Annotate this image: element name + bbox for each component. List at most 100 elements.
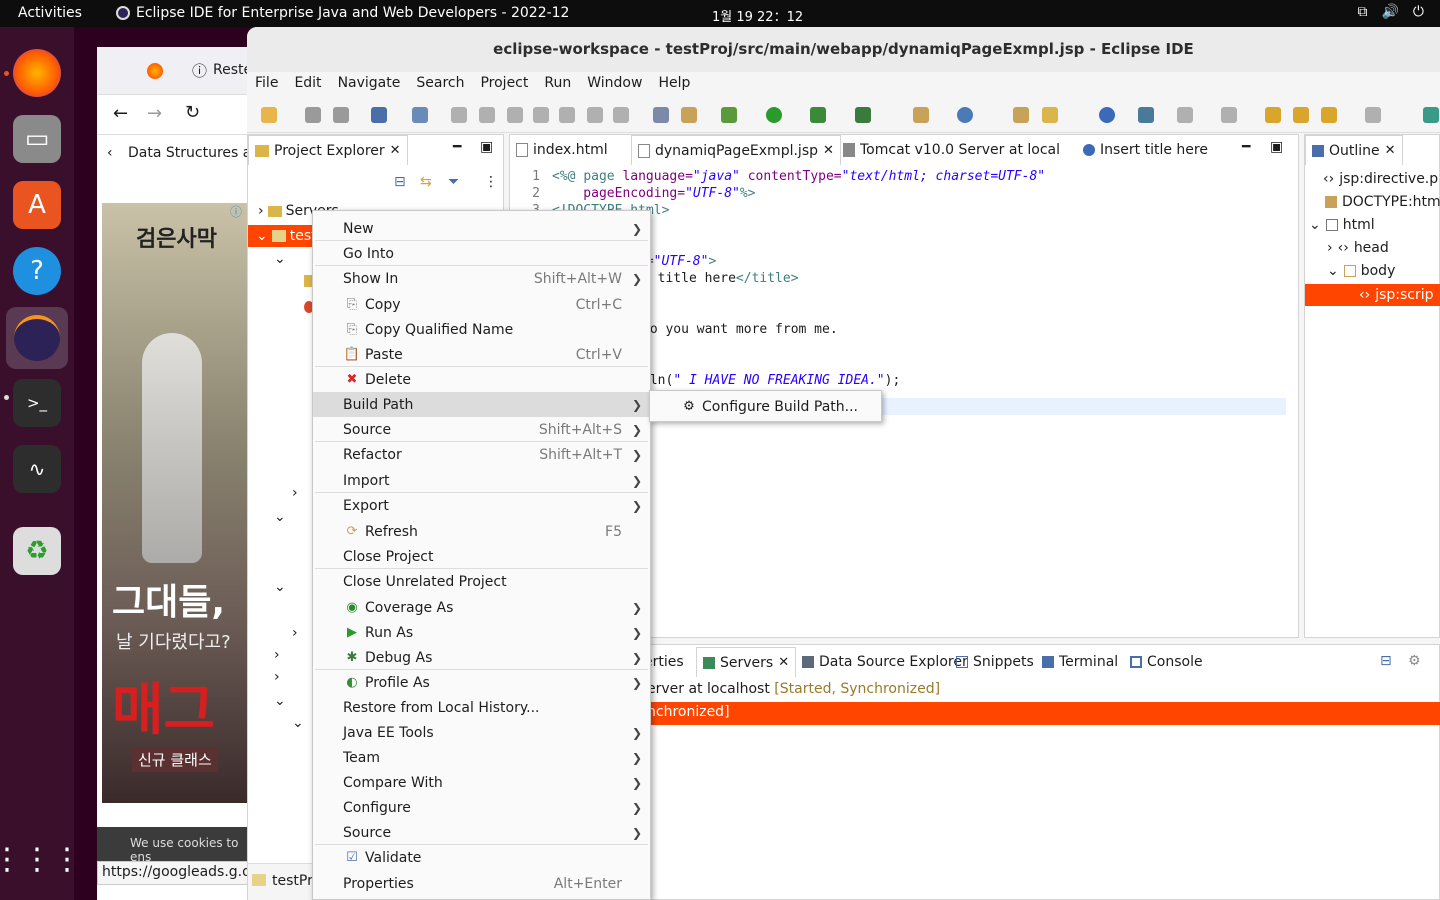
new-server-icon[interactable]	[913, 107, 929, 123]
save-icon[interactable]	[305, 107, 321, 123]
system-monitor-icon[interactable]: ∿	[13, 445, 61, 493]
settings-icon[interactable]: ⚙	[1408, 653, 1421, 669]
tab-insert-title[interactable]: Insert title here	[1077, 135, 1214, 165]
terminal-icon[interactable]: >_	[13, 379, 61, 427]
menu-item-source[interactable]: Source ❯	[313, 820, 650, 845]
firefox-icon[interactable]	[13, 49, 61, 97]
step-into-icon[interactable]	[559, 107, 575, 123]
disconnect-icon[interactable]	[533, 107, 549, 123]
breadcrumb-label[interactable]: Data Structures ar	[128, 145, 257, 161]
menu-item-coverage-as[interactable]: ◉ Coverage As ❯	[313, 595, 650, 620]
terminate-icon[interactable]	[507, 107, 523, 123]
filter-icon[interactable]: ⏷	[448, 174, 459, 190]
show-apps-icon[interactable]: ⋮⋮⋮	[0, 835, 82, 883]
tab-dynamiq-jsp[interactable]: dynamiqPageExmpl.jsp ✕	[631, 135, 841, 165]
tab-project-explorer[interactable]: Project Explorer ✕	[248, 135, 408, 165]
web-browser-icon[interactable]	[1099, 107, 1115, 123]
chevron-left-icon[interactable]: ‹	[107, 145, 113, 161]
menu-run[interactable]: Run	[544, 72, 579, 97]
terminal-toolbar-icon[interactable]	[371, 107, 387, 123]
resume-icon[interactable]	[451, 107, 467, 123]
menu-item-delete[interactable]: ✖ Delete	[313, 367, 650, 392]
collapse-all-icon[interactable]: ⊟	[394, 174, 406, 190]
minimize-icon[interactable]: ━	[1242, 139, 1250, 155]
close-icon[interactable]: ✕	[778, 655, 789, 670]
menu-item-profile-as[interactable]: ◐ Profile As ❯	[313, 670, 650, 695]
clock[interactable]: 1월 19 22：12	[712, 6, 803, 25]
minimize-icon[interactable]: ⊟	[1380, 653, 1392, 669]
forward-icon[interactable]: →	[147, 103, 162, 124]
open-perspective-icon[interactable]	[1423, 107, 1439, 123]
menu-item-import[interactable]: Import ❯	[313, 468, 650, 493]
outline-item-body[interactable]: ⌄ body	[1327, 263, 1395, 279]
ad-banner[interactable]: 검은사막 ⓘ 그대들, 날 기다렸다고? 매그 신규 클래스	[102, 203, 252, 803]
debug-icon[interactable]	[721, 107, 737, 123]
link-editor-icon[interactable]: ⇆	[420, 174, 432, 190]
search-toolbar-icon[interactable]	[1138, 107, 1154, 123]
menu-item-copy-qualified-name[interactable]: ⎘ Copy Qualified Name	[313, 317, 650, 342]
tab-console[interactable]: Console	[1124, 647, 1209, 677]
outline-item-head[interactable]: › ‹› head	[1327, 240, 1389, 256]
maximize-icon[interactable]: ▣	[1270, 139, 1283, 155]
back-icon[interactable]	[1293, 107, 1309, 123]
last-edit-icon[interactable]	[1265, 107, 1281, 123]
new-icon[interactable]	[261, 107, 277, 123]
menu-navigate[interactable]: Navigate	[338, 72, 409, 97]
menu-item-source[interactable]: Source Shift+Alt+S ❯	[313, 417, 650, 442]
menu-item-paste[interactable]: 📋 Paste Ctrl+V	[313, 342, 650, 367]
drop-to-frame-icon[interactable]	[653, 107, 669, 123]
activities-button[interactable]: Activities	[18, 5, 82, 21]
search-icon[interactable]	[412, 107, 428, 123]
menu-item-export[interactable]: Export ❯	[313, 493, 650, 518]
view-menu-icon[interactable]: ⋮	[484, 174, 498, 190]
tab-tomcat-server[interactable]: Tomcat v10.0 Server at local	[837, 135, 1066, 165]
menu-edit[interactable]: Edit	[294, 72, 329, 97]
outline-item-directive[interactable]: ‹› jsp:directive.p	[1323, 171, 1438, 187]
menu-item-run-as[interactable]: ▶ Run As ❯	[313, 620, 650, 645]
menu-item-validate[interactable]: ☑ Validate	[313, 845, 650, 870]
menu-item-new[interactable]: New ❯	[313, 216, 650, 241]
menu-item-refactor[interactable]: Refactor Shift+Alt+T ❯	[313, 442, 650, 467]
menu-item-refresh[interactable]: ⟳ Refresh F5	[313, 519, 650, 544]
use-step-filters-icon[interactable]	[681, 107, 697, 123]
minimize-icon[interactable]: ━	[453, 139, 461, 155]
menu-item-properties[interactable]: Properties Alt+Enter	[313, 871, 650, 896]
open-type-icon[interactable]	[1013, 107, 1029, 123]
external-tools-icon[interactable]	[855, 107, 871, 123]
outline-item-scriptlet-selected[interactable]: ‹› jsp:scrip	[1305, 284, 1440, 306]
menu-item-debug-as[interactable]: ✱ Debug As ❯	[313, 645, 650, 670]
menu-item-go-into[interactable]: Go Into	[313, 241, 650, 266]
tab-terminal[interactable]: Terminal	[1036, 647, 1124, 677]
step-return-icon[interactable]	[613, 107, 629, 123]
open-task-icon[interactable]	[1042, 107, 1058, 123]
back-nav-icon[interactable]	[1321, 107, 1337, 123]
tab-index-html[interactable]: index.html	[510, 135, 614, 165]
close-icon[interactable]: ✕	[1385, 143, 1396, 158]
suspend-icon[interactable]	[479, 107, 495, 123]
next-annotation-icon[interactable]	[1177, 107, 1193, 123]
menu-item-show-in[interactable]: Show In Shift+Alt+W ❯	[313, 266, 650, 291]
previous-annotation-icon[interactable]	[1221, 107, 1237, 123]
tab-outline[interactable]: Outline ✕	[1305, 135, 1403, 165]
outline-item-doctype[interactable]: DOCTYPE:htm	[1325, 194, 1440, 210]
menu-item-java-ee-tools[interactable]: Java EE Tools ❯	[313, 720, 650, 745]
run-icon[interactable]	[766, 107, 782, 123]
menu-item-close-project[interactable]: Close Project	[313, 544, 650, 569]
reload-icon[interactable]: ↻	[185, 102, 200, 123]
close-icon[interactable]: ✕	[390, 143, 401, 158]
outline-item-html[interactable]: ⌄ html	[1309, 217, 1375, 233]
forward-nav-icon[interactable]	[1365, 107, 1381, 123]
trash-icon[interactable]: ♻	[13, 527, 61, 575]
files-icon[interactable]: ▭	[13, 115, 61, 163]
tab-snippets[interactable]: Snippets	[950, 647, 1040, 677]
menu-help[interactable]: Help	[658, 72, 698, 97]
ad-info-icon[interactable]: ⓘ	[230, 203, 242, 220]
menu-file[interactable]: File	[255, 72, 286, 97]
menu-project[interactable]: Project	[480, 72, 536, 97]
save-all-icon[interactable]	[333, 107, 349, 123]
back-icon[interactable]: ←	[113, 103, 128, 124]
software-center-icon[interactable]: A	[13, 181, 61, 229]
menu-item-copy[interactable]: ⎘ Copy Ctrl+C	[313, 292, 650, 317]
server-child-row-selected[interactable]: nchronized]	[640, 702, 1440, 725]
menu-item-configure-build-path[interactable]: ⚙ Configure Build Path...	[650, 394, 881, 419]
